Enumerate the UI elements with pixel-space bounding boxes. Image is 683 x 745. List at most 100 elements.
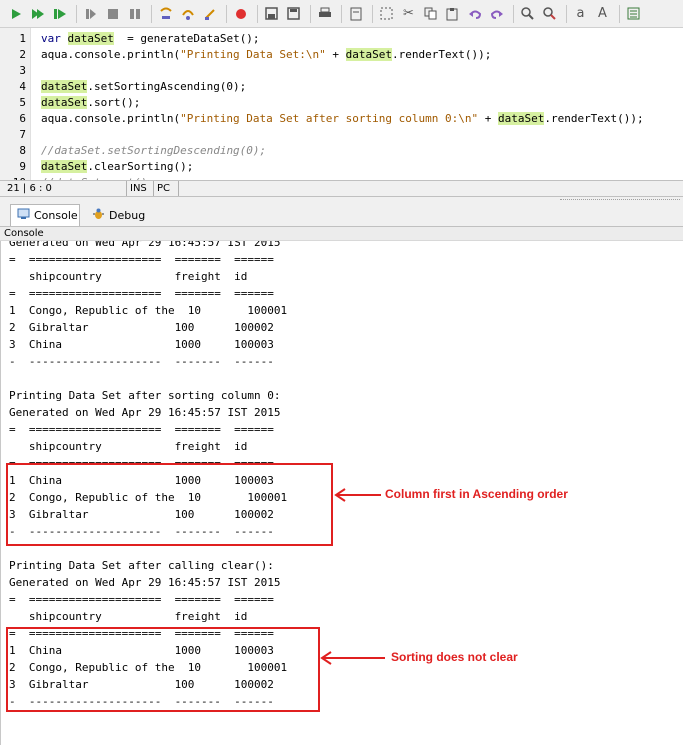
console-panel-title: Console	[0, 227, 683, 241]
save-icon[interactable]	[262, 4, 281, 23]
tab-console[interactable]: Console	[10, 204, 80, 226]
replace-icon[interactable]	[540, 4, 559, 23]
code-token: "Printing Data Set after sorting column …	[180, 112, 479, 125]
step-icon[interactable]	[81, 4, 100, 23]
code-line[interactable]: 7	[0, 127, 683, 143]
toolbar-separator	[513, 4, 514, 23]
code-line[interactable]: 4 dataSet.setSortingAscending(0);	[0, 79, 683, 95]
tab-debug-label: Debug	[109, 208, 146, 222]
cut-icon[interactable]: ✂	[399, 4, 418, 23]
console-line: Generated on Wed Apr 29 16:45:57 IST 201…	[9, 241, 281, 249]
line-number: 9	[19, 160, 26, 173]
code-line[interactable]: 8 //dataSet.setSortingDescending(0);	[0, 143, 683, 159]
code-text: //dataSet.setSortingDescending(0);	[41, 143, 266, 159]
line-number: 6	[19, 112, 26, 125]
code-token: .setSortingAscending(0);	[87, 80, 247, 93]
insert-mode: INS	[126, 181, 154, 196]
code-line[interactable]: 3	[0, 63, 683, 79]
outline-icon[interactable]	[624, 4, 643, 23]
line-number: 5	[19, 96, 26, 109]
console-line: = ==================== ======= ======	[9, 593, 274, 606]
arrow-left-icon	[320, 651, 385, 665]
code-text: aqua.console.println("Printing Data Set …	[41, 111, 644, 127]
code-token: = generateDataSet();	[113, 32, 260, 45]
breakpoint-icon[interactable]	[231, 4, 250, 23]
console-line: = ==================== ======= ======	[9, 423, 274, 436]
code-token: dataSet	[54, 144, 101, 157]
code-token: .sort();	[87, 96, 141, 109]
arrow-left-icon	[334, 488, 381, 502]
step-into-icon[interactable]	[156, 4, 175, 23]
code-token: dataSet	[41, 80, 88, 93]
toolbar-separator	[372, 4, 373, 23]
code-token: dataSet	[497, 112, 545, 125]
highlight-box-cleared	[6, 627, 320, 712]
line-number: 8	[19, 144, 26, 157]
panel-resize-handle[interactable]	[560, 199, 680, 203]
tab-debug[interactable]: Debug	[86, 204, 156, 226]
code-token: .renderText());	[392, 48, 492, 61]
console-line: = ==================== ======= ======	[9, 287, 274, 300]
step-over-icon[interactable]	[178, 4, 197, 23]
code-text: var dataSet = generateDataSet();	[41, 31, 260, 47]
code-text: aqua.console.println("Printing Data Set:…	[41, 47, 491, 63]
code-token: dataSet	[345, 48, 393, 61]
console-icon	[17, 208, 30, 223]
code-token: //	[41, 144, 55, 157]
toolbar-separator	[619, 4, 620, 23]
console-line: Generated on Wed Apr 29 16:45:57 IST 201…	[9, 576, 281, 589]
editor-status-bar: 21 | 6 : 0 INS PC	[0, 180, 683, 197]
code-line[interactable]: 5 dataSet.sort();	[0, 95, 683, 111]
code-line[interactable]: 1 var dataSet = generateDataSet();	[0, 31, 683, 47]
new-file-icon[interactable]	[346, 4, 365, 23]
paste-icon[interactable]	[443, 4, 462, 23]
select-icon[interactable]	[377, 4, 396, 23]
bottom-panel-tabs: Console Debug	[0, 197, 683, 227]
console-line: shipcountry freight id	[9, 610, 248, 623]
save-all-icon[interactable]	[284, 4, 303, 23]
code-line[interactable]: 6 aqua.console.println("Printing Data Set…	[0, 111, 683, 127]
code-line[interactable]: 9 dataSet.clearSorting();	[0, 159, 683, 175]
console-output[interactable]: Generated on Wed Apr 29 16:45:57 IST 201…	[0, 241, 683, 745]
line-number: 3	[19, 64, 26, 77]
toolbar-separator	[151, 4, 152, 23]
code-token: aqua.console.println(	[41, 112, 181, 125]
toolbar-separator	[226, 4, 227, 23]
code-text: dataSet.clearSorting();	[41, 159, 193, 175]
console-line: Printing Data Set after calling clear():	[9, 559, 274, 572]
pause-icon[interactable]	[125, 4, 144, 23]
step-out-icon[interactable]	[200, 4, 219, 23]
run-all-icon[interactable]	[28, 4, 47, 23]
code-token: "Printing Data Set:\n"	[180, 48, 326, 61]
code-line[interactable]: 2 aqua.console.println("Printing Data Set…	[0, 47, 683, 63]
toolbar: ✂ a A	[0, 0, 683, 28]
code-token: dataSet	[41, 96, 88, 109]
copy-icon[interactable]	[421, 4, 440, 23]
print-icon[interactable]	[315, 4, 334, 23]
code-editor[interactable]: 1 var dataSet = generateDataSet(); 2 aqua.c…	[0, 28, 683, 180]
toolbar-separator	[310, 4, 311, 23]
line-number: 7	[19, 128, 26, 141]
code-token: aqua.console.println(	[41, 48, 181, 61]
toolbar-separator	[257, 4, 258, 23]
toolbar-separator	[76, 4, 77, 23]
run-icon[interactable]	[6, 4, 25, 23]
status-empty-cell	[178, 181, 222, 196]
find-icon[interactable]	[518, 4, 537, 23]
cursor-position: 21 | 6 : 0	[7, 183, 52, 194]
code-token: dataSet	[67, 32, 114, 45]
stop-icon[interactable]	[103, 4, 122, 23]
code-token: .clearSorting();	[87, 160, 194, 173]
font-decrease-icon[interactable]: a	[571, 4, 590, 23]
console-line: - -------------------- ------- ------	[9, 355, 274, 368]
console-line: = ==================== ======= ======	[9, 253, 274, 266]
debug-run-icon[interactable]	[50, 4, 69, 23]
undo-icon[interactable]	[465, 4, 484, 23]
redo-icon[interactable]	[487, 4, 506, 23]
code-token: var	[41, 32, 68, 45]
platform-mode: PC	[153, 181, 177, 196]
tab-console-label: Console	[34, 209, 78, 222]
console-line: Generated on Wed Apr 29 16:45:57 IST 201…	[9, 406, 281, 419]
console-line: 2 Gibraltar 100 100002	[9, 321, 274, 334]
font-increase-icon[interactable]: A	[593, 4, 612, 23]
